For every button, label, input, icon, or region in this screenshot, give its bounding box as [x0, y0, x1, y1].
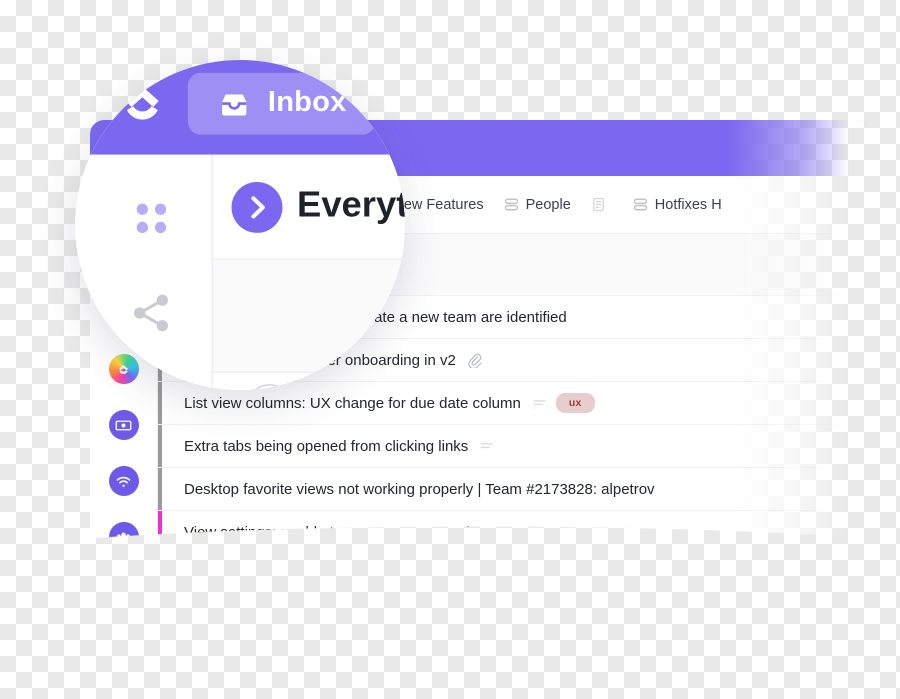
- window-body-magnified: Everything: [89, 154, 405, 390]
- list-icon: [633, 197, 648, 212]
- tab-label: New Features: [393, 196, 484, 213]
- table-row[interactable]: Desktop favorite views not working prope…: [158, 468, 870, 511]
- doc-icon: [591, 197, 606, 212]
- inbox-label: Inbox: [267, 87, 347, 119]
- magnifier-lens: Inbox Every: [75, 60, 405, 390]
- task-list-magnified: nsure that users are who create a new te…: [213, 373, 405, 390]
- inbox-icon: [217, 86, 252, 121]
- view-bar-magnified: Everything: [213, 154, 405, 261]
- top-bar-magnified: Inbox: [89, 60, 405, 155]
- tab-hotfixes[interactable]: Hotfixes H: [623, 197, 732, 213]
- screenshot-stage: Inbox: [0, 0, 900, 699]
- wifi-icon: [115, 473, 132, 490]
- attachment-icon[interactable]: [467, 353, 482, 368]
- magnified-app-window: Inbox Every: [89, 60, 405, 390]
- clickup-logo-icon[interactable]: [115, 76, 170, 131]
- task-name: List view columns: UX change for due dat…: [184, 394, 521, 412]
- magnified-content: Inbox Every: [89, 60, 405, 390]
- inbox-button[interactable]: Inbox: [187, 72, 376, 135]
- money-icon: [115, 417, 132, 434]
- workspace-network-avatar[interactable]: [108, 466, 139, 496]
- status-badge[interactable]: ux: [555, 393, 595, 413]
- chevron-right-icon[interactable]: [231, 181, 283, 232]
- favorites-button[interactable]: [393, 72, 405, 135]
- tab-doc[interactable]: [581, 197, 623, 212]
- page-title: Everything: [297, 185, 405, 226]
- workspace-finance-avatar[interactable]: [108, 410, 139, 440]
- table-row[interactable]: View settings: unable to move or use tem…: [158, 511, 870, 554]
- people-icon: [115, 529, 132, 546]
- task-name: Extra tabs being opened from clicking li…: [184, 437, 469, 455]
- tab-label: People: [525, 196, 571, 213]
- row-meta: ux: [532, 393, 595, 413]
- subtask-icon[interactable]: [532, 398, 547, 409]
- main-panel-magnified: Everything: [213, 154, 405, 390]
- tab-people[interactable]: People: [494, 197, 581, 213]
- group-header-strip-magnified: [213, 260, 405, 374]
- workspace-team-avatar[interactable]: [108, 522, 139, 552]
- share-icon[interactable]: [127, 289, 174, 336]
- row-meta: [479, 441, 494, 452]
- list-icon: [504, 197, 519, 212]
- tab-label: Hotfixes H: [654, 196, 722, 213]
- apps-grid-icon[interactable]: [127, 195, 174, 242]
- row-meta: [467, 353, 482, 368]
- table-row[interactable]: Extra tabs being opened from clicking li…: [158, 425, 870, 468]
- task-name: Desktop favorite views not working prope…: [184, 480, 655, 498]
- subtask-icon[interactable]: [479, 441, 494, 452]
- task-name: View settings: unable to move or use tem…: [184, 523, 499, 541]
- left-rail-magnified: [89, 154, 214, 390]
- pin-icon[interactable]: [127, 384, 174, 390]
